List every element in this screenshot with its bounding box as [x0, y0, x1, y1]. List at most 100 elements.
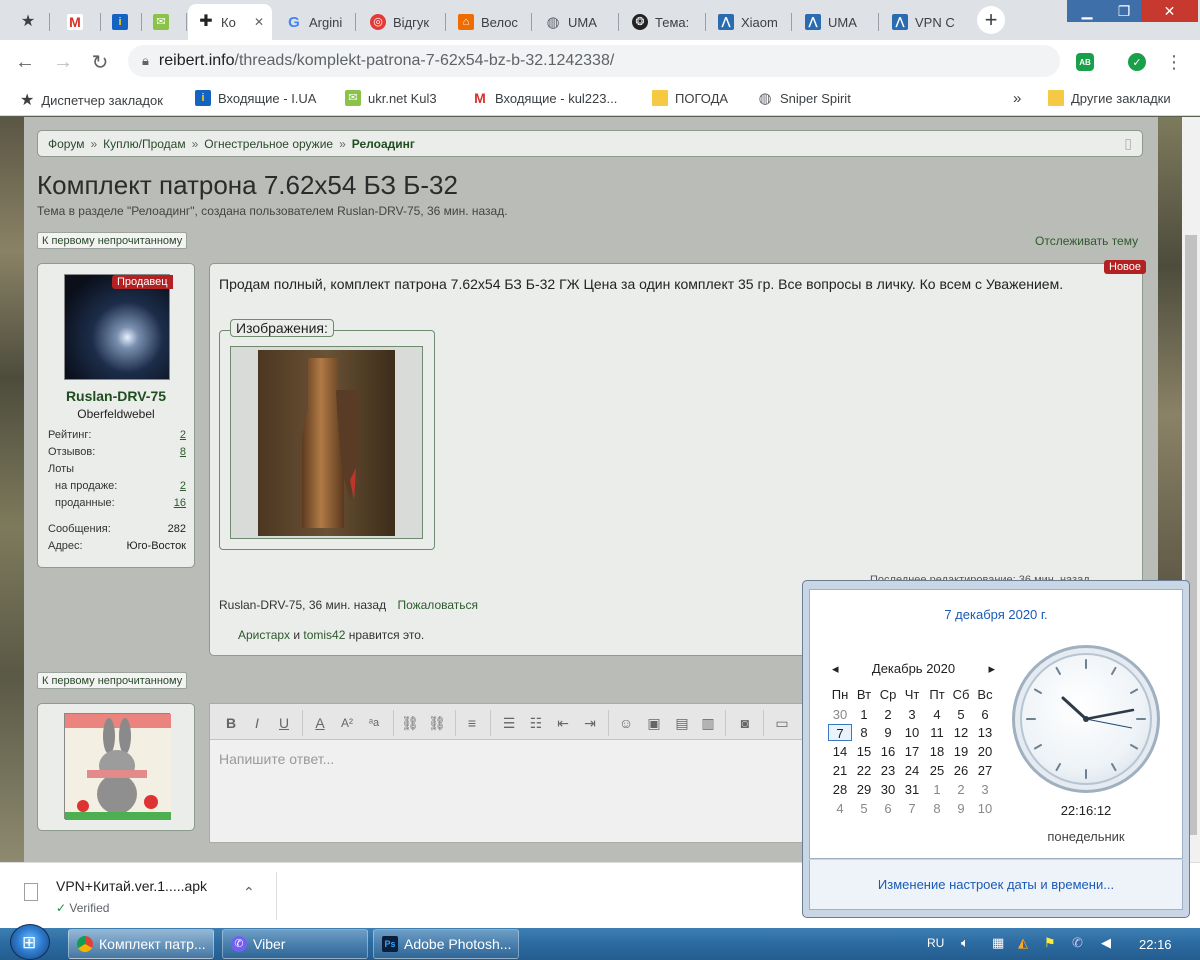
calendar-day[interactable]: 6 [973, 706, 997, 723]
calendar-day[interactable]: 5 [852, 800, 876, 817]
calendar-day[interactable]: 10 [900, 724, 924, 741]
tab-current-thread[interactable]: ✚ Ко ✕ [188, 4, 272, 40]
username[interactable]: Ruslan-DRV-75 [37, 388, 195, 404]
shield-extension[interactable]: ✓ [1123, 48, 1151, 76]
calendar-day[interactable]: 28 [828, 781, 852, 798]
tab-vidguk[interactable]: ◎ Відгук [360, 4, 446, 40]
full-date-link[interactable]: 7 декабря 2020 г. [809, 607, 1183, 622]
calendar-day[interactable]: 11 [925, 724, 949, 741]
underline-icon[interactable]: U [275, 714, 293, 732]
numbered-list-icon[interactable]: ☷ [527, 714, 545, 732]
reply-placeholder[interactable]: Напишите ответ... [219, 751, 334, 767]
calendar-day[interactable]: 3 [900, 706, 924, 723]
calendar-day[interactable]: 8 [925, 800, 949, 817]
smiley-icon[interactable]: ☺ [617, 714, 635, 732]
taskbar-chrome[interactable]: Комплект патр... [68, 929, 214, 959]
calendar-day[interactable]: 12 [949, 724, 973, 741]
calendar-day[interactable]: 24 [900, 762, 924, 779]
restore-button[interactable]: ❐ [1107, 0, 1141, 22]
tab-ukrnet[interactable]: ✉ [143, 4, 187, 40]
input-language[interactable]: RU [927, 936, 944, 950]
avatar[interactable] [64, 274, 170, 380]
breadcrumb-reloading[interactable]: Релоадинг [352, 137, 415, 151]
calendar-day[interactable]: 21 [828, 762, 852, 779]
taskbar-photoshop[interactable]: Ps Adobe Photosh... [373, 929, 519, 959]
calendar-day[interactable]: 1 [925, 781, 949, 798]
calendar-day[interactable]: 7 [828, 724, 852, 741]
calendar-day[interactable]: 6 [876, 800, 900, 817]
calendar-day[interactable]: 4 [925, 706, 949, 723]
camera-icon[interactable]: ◙ [736, 714, 754, 732]
calendar-day[interactable]: 10 [973, 800, 997, 817]
address-bar[interactable]: 🔒︎ reibert.info/threads/komplekt-patrona… [128, 45, 1060, 77]
chrome-menu-icon[interactable]: ⋮ [1160, 48, 1188, 76]
calendar-day[interactable]: 15 [852, 743, 876, 760]
font-family-icon[interactable]: ᵃa [365, 714, 383, 732]
bookmark-pogoda[interactable]: ПОГОДА [652, 90, 728, 106]
download-options-icon[interactable]: ⌃ [243, 884, 255, 901]
calendar-day[interactable]: 9 [876, 724, 900, 741]
bookmark-other[interactable]: Другие закладки [1048, 90, 1171, 106]
tab-velo[interactable]: ⌂ Велос [448, 4, 532, 40]
tab-google[interactable]: G Argini [276, 4, 356, 40]
align-icon[interactable]: ≡ [463, 714, 481, 732]
back-button[interactable]: ← [11, 48, 39, 76]
month-title[interactable]: Декабрь 2020 [872, 661, 955, 677]
calendar-day[interactable]: 20 [973, 743, 997, 760]
calendar-day[interactable]: 29 [852, 781, 876, 798]
calendar-day[interactable]: 8 [852, 724, 876, 741]
calendar-day[interactable]: 2 [876, 706, 900, 723]
image-icon[interactable]: ▣ [645, 714, 663, 732]
flag-tray-icon[interactable]: ⚑ [1044, 935, 1056, 951]
close-tab-icon[interactable]: ✕ [254, 15, 264, 29]
calendar-day[interactable]: 25 [925, 762, 949, 779]
calendar-day[interactable]: 1 [852, 706, 876, 723]
tab-uma-2[interactable]: ⋀ UMA [795, 4, 879, 40]
italic-icon[interactable]: I [248, 714, 266, 732]
outdent-icon[interactable]: ⇤ [554, 714, 572, 732]
calendar-day[interactable]: 14 [828, 743, 852, 760]
bookmark-manager[interactable]: ★ Диспетчер закладок [20, 90, 163, 110]
network-tray-icon[interactable]: ▦ [992, 935, 1004, 951]
app-tray-icon[interactable]: ◭ [1018, 935, 1028, 951]
post-author-date[interactable]: Ruslan-DRV-75, 36 мин. назад [219, 598, 386, 612]
prev-month-icon[interactable]: ◂ [832, 661, 839, 677]
tab-i-ua[interactable]: i [102, 4, 142, 40]
font-color-icon[interactable]: A [311, 714, 329, 732]
media-icon[interactable]: ▤ [673, 714, 691, 732]
tab-bookmarks-manager[interactable]: ★ [10, 4, 50, 40]
calendar-day[interactable]: 26 [949, 762, 973, 779]
calendar-day[interactable]: 22 [852, 762, 876, 779]
calendar-day[interactable]: 19 [949, 743, 973, 760]
taskbar-clock[interactable]: 22:16 [1139, 937, 1172, 952]
bold-icon[interactable]: B [222, 714, 240, 732]
breadcrumb-buy-sell[interactable]: Куплю/Продам [103, 137, 185, 151]
bookmark-gmail[interactable]: M Входящие - kul223... [472, 90, 617, 106]
tab-tema[interactable]: ❂ Тема: [622, 4, 706, 40]
save-draft-icon[interactable]: ▭ [773, 714, 791, 732]
calendar-day[interactable]: 7 [900, 800, 924, 817]
like-user[interactable]: Аристарх [238, 628, 290, 642]
calendar-day[interactable]: 3 [973, 781, 997, 798]
code-icon[interactable]: ▥ [699, 714, 717, 732]
calendar-day[interactable]: 5 [949, 706, 973, 723]
forward-button[interactable]: → [49, 48, 77, 76]
calendar-day[interactable]: 31 [900, 781, 924, 798]
breadcrumb-firearms[interactable]: Огнестрельное оружие [204, 137, 333, 151]
calendar-day[interactable]: 23 [876, 762, 900, 779]
start-button[interactable]: ⊞ [10, 924, 50, 960]
unlink-icon[interactable]: ⛓ [428, 714, 446, 732]
change-date-time-settings-link[interactable]: Изменение настроек даты и времени... [809, 877, 1183, 892]
indent-icon[interactable]: ⇥ [581, 714, 599, 732]
calendar-day[interactable]: 9 [949, 800, 973, 817]
calendar-day[interactable]: 2 [949, 781, 973, 798]
reload-button[interactable]: ↻ [86, 48, 114, 76]
calendar-day[interactable]: 30 [828, 706, 852, 723]
bookmark-ukrnet[interactable]: ✉ ukr.net Kul3 [345, 90, 437, 106]
calendar-day[interactable]: 17 [900, 743, 924, 760]
calendar-day[interactable]: 27 [973, 762, 997, 779]
tab-uma[interactable]: ◍ UMA [535, 4, 619, 40]
close-window-button[interactable]: ✕ [1141, 0, 1198, 22]
calendar-day[interactable]: 16 [876, 743, 900, 760]
taskbar-viber[interactable]: ✆ Viber [222, 929, 368, 959]
